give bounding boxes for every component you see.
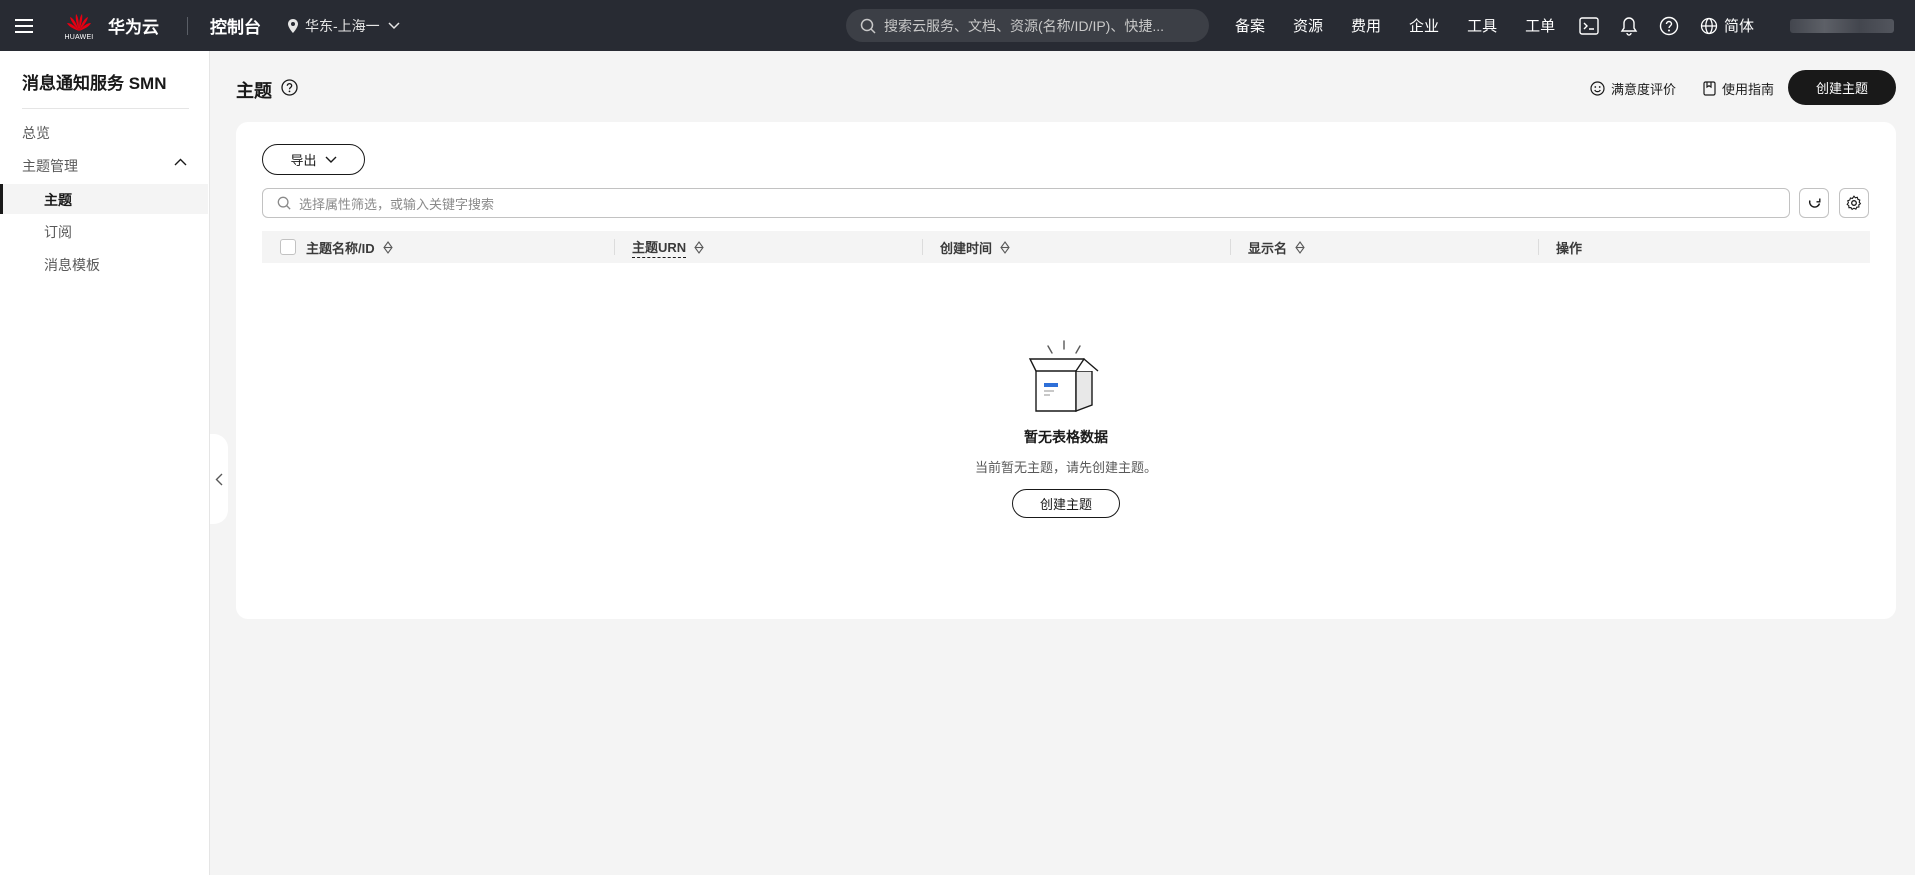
satisfaction-label: 满意度评价 [1611, 82, 1677, 97]
global-search-input[interactable]: 搜索云服务、文档、资源(名称/ID/IP)、快捷... [846, 9, 1209, 42]
chevron-up-icon[interactable] [174, 158, 187, 166]
divider [187, 16, 188, 35]
question-circle-icon[interactable] [281, 79, 298, 96]
sidebar-item-topic[interactable]: 主题 [0, 184, 208, 214]
nav-tickets[interactable]: 工单 [1525, 15, 1555, 36]
top-navigation-bar: HUAWEI 华为云 控制台 华东-上海一 搜索云服务、文档、资源(名称/ID/… [0, 0, 1915, 51]
empty-box-icon [1028, 340, 1099, 413]
cloud-shell-icon[interactable] [1578, 15, 1600, 37]
satisfaction-survey-link[interactable]: 满意度评价 [1590, 79, 1676, 98]
sidebar-item-topic-management[interactable]: 主题管理 [22, 156, 78, 176]
bell-icon[interactable] [1618, 15, 1640, 37]
top-nav-links: 备案 资源 费用 企业 工具 工单 [1235, 0, 1583, 51]
service-title: 消息通知服务 SMN [22, 74, 167, 93]
nav-resources[interactable]: 资源 [1293, 15, 1323, 36]
region-label: 华东-上海一 [305, 17, 380, 34]
sidebar-item-subscription[interactable]: 订阅 [44, 222, 72, 242]
nav-filing[interactable]: 备案 [1235, 15, 1265, 36]
user-guide-link[interactable]: 使用指南 [1703, 79, 1774, 98]
user-account-blurred[interactable] [1790, 19, 1894, 33]
help-icon[interactable] [1658, 15, 1680, 37]
console-link[interactable]: 控制台 [210, 13, 261, 38]
nav-tools[interactable]: 工具 [1467, 15, 1497, 36]
create-topic-button[interactable]: 创建主题 [1788, 70, 1896, 105]
divider [22, 108, 189, 109]
top-icon-group: 简体 [1578, 0, 1754, 51]
empty-state-title: 暂无表格数据 [1024, 429, 1108, 445]
huawei-cloud-logo[interactable]: HUAWEI 华为云 [62, 6, 159, 46]
huawei-logo-icon: HUAWEI [62, 6, 96, 46]
document-icon [1703, 81, 1716, 96]
chevron-left-icon [215, 473, 223, 485]
global-search-placeholder: 搜索云服务、文档、资源(名称/ID/IP)、快捷... [884, 17, 1164, 34]
brand-name: 华为云 [108, 18, 159, 37]
chevron-down-icon [388, 21, 400, 29]
page-title: 主题 [236, 81, 272, 101]
nav-enterprise[interactable]: 企业 [1409, 15, 1439, 36]
user-guide-label: 使用指南 [1722, 82, 1775, 97]
language-switcher[interactable]: 简体 [1698, 15, 1754, 37]
globe-icon [1698, 15, 1720, 37]
empty-state: 暂无表格数据 当前暂无主题，请先创建主题。 创建主题 [236, 122, 1896, 619]
sidebar-item-label: 主题 [44, 192, 72, 208]
language-label: 简体 [1724, 18, 1755, 35]
sidebar-item-message-template[interactable]: 消息模板 [44, 255, 100, 275]
empty-create-topic-button[interactable]: 创建主题 [1012, 489, 1120, 518]
menu-icon[interactable] [0, 0, 48, 51]
nav-billing[interactable]: 费用 [1351, 15, 1381, 36]
service-sidebar: 消息通知服务 SMN 总览 主题管理 主题 订阅 消息模板 [0, 51, 210, 875]
logo-wordmark: HUAWEI [64, 33, 94, 41]
empty-state-description: 当前暂无主题，请先创建主题。 [974, 460, 1157, 475]
search-icon [860, 18, 876, 34]
topic-list-card: 导出 选择属性筛选，或输入关键字搜索 主题名称/ID 主题URN 创建时间 显示… [236, 122, 1896, 619]
smile-icon [1590, 81, 1605, 96]
location-pin-icon [288, 18, 298, 33]
sidebar-collapse-toggle[interactable] [210, 434, 228, 524]
region-selector[interactable]: 华东-上海一 [287, 16, 400, 36]
sidebar-item-overview[interactable]: 总览 [22, 123, 50, 143]
